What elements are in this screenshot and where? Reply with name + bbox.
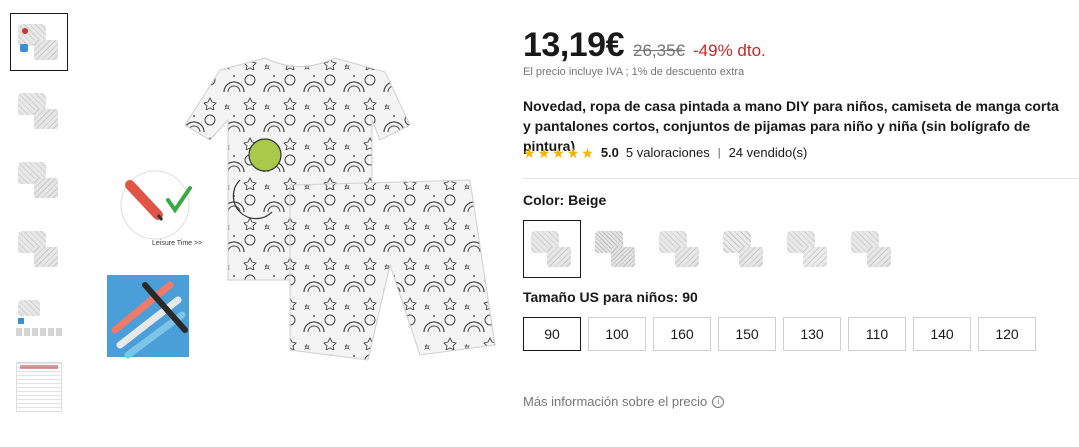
thumbnail-2[interactable] [10,82,68,140]
color-swatches [523,220,901,278]
thumbnail-4[interactable] [10,220,68,278]
size-option[interactable]: 100 [588,317,646,351]
color-swatch-4[interactable] [715,220,773,278]
reviews-link[interactable]: 5 valoraciones [626,145,710,160]
swatch-image [785,229,831,269]
swatch-image [529,229,575,269]
pajama-thumb-image [16,22,62,62]
original-price: 26,35€ [633,41,685,60]
color-swatch-5[interactable] [779,220,837,278]
color-swatch-1[interactable] [523,220,581,278]
star-icon: ★ [581,144,594,161]
price-row: 13,19€ 26,35€ -49% dto. [523,26,766,65]
size-option[interactable]: 130 [783,317,841,351]
divider [523,178,1079,179]
color-swatch-2[interactable] [587,220,645,278]
info-circle-icon: i [712,395,725,408]
size-option[interactable]: 140 [913,317,971,351]
color-label: Color: Beige [523,192,607,208]
size-label: Tamaño US para niños: 90 [523,289,698,305]
size-option[interactable]: 110 [848,317,906,351]
pajama-grid-thumb-image [16,298,62,338]
current-price: 13,19€ [523,26,625,64]
thumbnail-1[interactable] [10,13,68,71]
star-rating: ★ ★ ★ ★ ★ [523,146,594,160]
rating-separator: | [717,146,721,159]
color-swatch-6[interactable] [843,220,901,278]
size-options: 90 100 160 150 130 110 140 120 [523,317,1036,351]
size-option[interactable]: 90 [523,317,581,351]
thumbnail-gallery [10,13,70,427]
star-icon: ★ [523,144,536,161]
thumbnail-3[interactable] [10,151,68,209]
size-option[interactable]: 120 [978,317,1036,351]
more-info-text: Más información sobre el precio [523,394,708,409]
color-swatch-3[interactable] [651,220,709,278]
thumbnail-6[interactable] [10,358,68,416]
pajama-thumb-image [16,160,62,200]
pajama-thumb-image [16,229,62,269]
star-icon: ★ [552,144,565,161]
size-chart-thumb-image [16,362,62,412]
swatch-image [657,229,703,269]
size-option[interactable]: 160 [653,317,711,351]
more-price-info-link[interactable]: Más información sobre el precio i [523,394,725,409]
rating-row: ★ ★ ★ ★ ★ 5.0 5 valoraciones | 24 vendid… [523,145,807,160]
size-option[interactable]: 150 [718,317,776,351]
main-product-image: Leisure Time >> [107,57,496,361]
leisure-caption: Leisure Time >> [152,240,202,247]
swatch-image [721,229,767,269]
swatch-image [849,229,895,269]
swatch-image [593,229,639,269]
star-icon: ★ [566,144,580,161]
thumbnail-5[interactable] [10,289,68,347]
sold-count: 24 vendido(s) [728,145,808,160]
vat-note: El precio incluye IVA ; 1% de descuento … [523,66,745,78]
discount-badge: -49% dto. [693,41,766,60]
pajama-thumb-image [16,91,62,131]
star-icon: ★ [537,144,551,161]
rating-score: 5.0 [600,145,619,160]
